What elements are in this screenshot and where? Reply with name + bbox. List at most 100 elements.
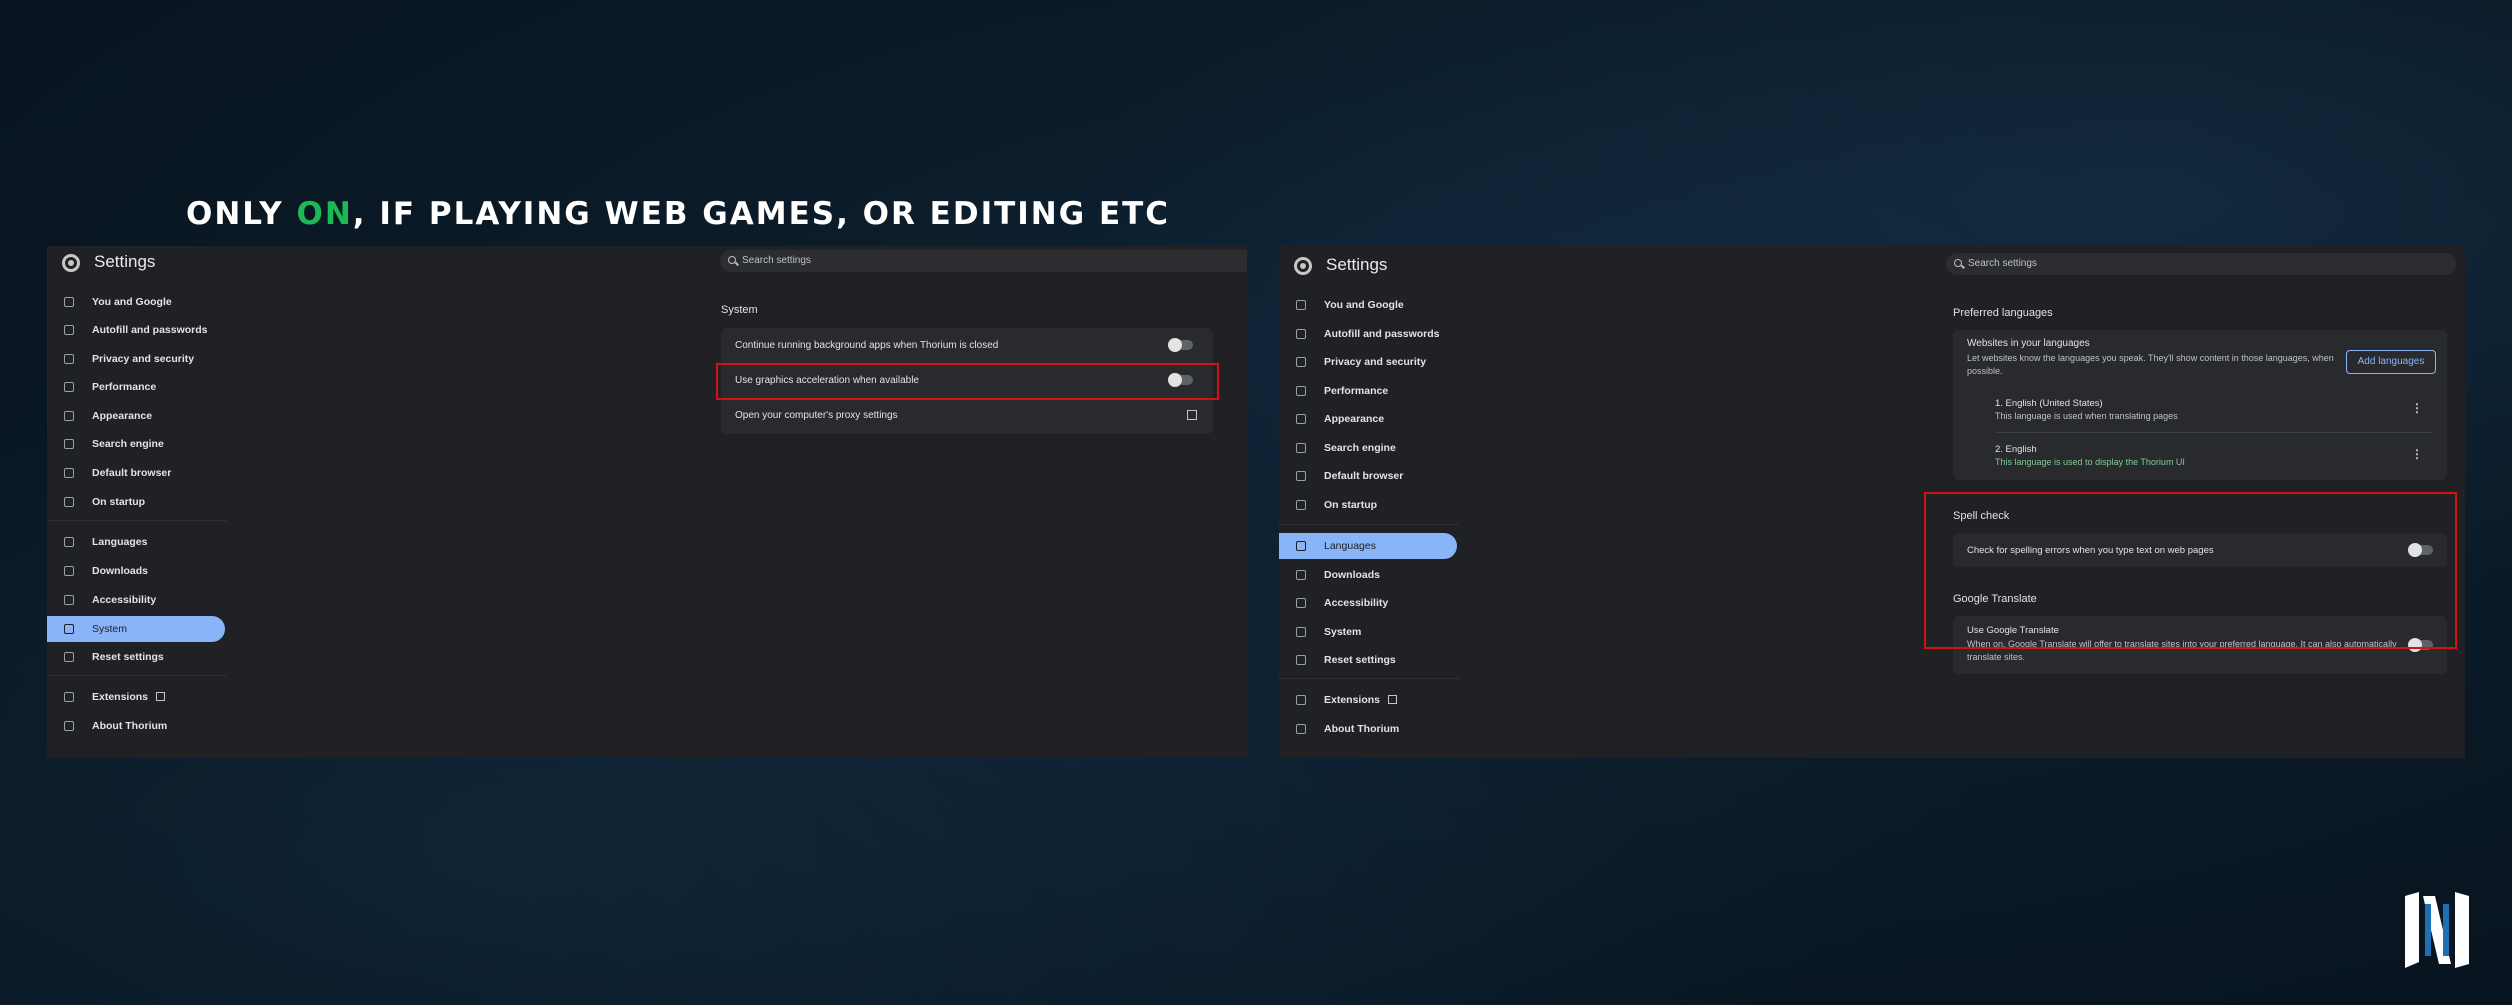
thorium-icon [1296, 724, 1306, 734]
sidebar-item-label: Search engine [1324, 442, 1396, 454]
key-icon [1296, 329, 1306, 339]
translate-icon [1296, 541, 1306, 551]
setting-row-background-apps[interactable]: Continue running background apps when Th… [721, 328, 1213, 363]
sidebar-divider [47, 520, 227, 521]
language-name: 2. English [1995, 444, 2037, 455]
languages-card: Websites in your languages Let websites … [1953, 330, 2447, 480]
sidebar-item-reset-settings[interactable]: Reset settings [1279, 647, 1457, 673]
sidebar-item-label: Autofill and passwords [1324, 328, 1440, 340]
sidebar-item-accessibility[interactable]: Accessibility [1279, 590, 1457, 616]
sidebar-item-label: Languages [1324, 540, 1376, 552]
background-apps-toggle[interactable] [1168, 338, 1193, 352]
sidebar-item-accessibility[interactable]: Accessibility [47, 587, 225, 613]
sidebar-item-about[interactable]: About Thorium [47, 713, 225, 739]
speedometer-icon [1296, 386, 1306, 396]
sidebar-divider [1279, 678, 1459, 679]
sidebar-item-you-and-google[interactable]: You and Google [1279, 292, 1457, 318]
sidebar-item-performance[interactable]: Performance [1279, 378, 1457, 404]
sidebar-item-on-startup[interactable]: On startup [1279, 492, 1457, 518]
sidebar-item-label: Downloads [92, 565, 149, 577]
search-icon [64, 439, 74, 449]
sidebar-item-performance[interactable]: Performance [47, 374, 225, 400]
sidebar-item-you-and-google[interactable]: You and Google [47, 289, 225, 315]
search-placeholder: Search settings [742, 255, 811, 266]
sidebar-item-label: Reset settings [92, 651, 164, 663]
sidebar-item-reset-settings[interactable]: Reset settings [47, 644, 225, 670]
wrench-icon [64, 624, 74, 634]
settings-window-system: Settings Search settings You and Google … [47, 246, 1247, 758]
more-options-icon[interactable]: ⋮ [2411, 401, 2423, 415]
more-options-icon[interactable]: ⋮ [2411, 447, 2423, 461]
sidebar-item-about[interactable]: About Thorium [1279, 716, 1457, 742]
reset-icon [1296, 655, 1306, 665]
search-icon [1954, 259, 1962, 267]
sidebar-item-label: Search engine [92, 438, 164, 450]
headline-text: ONLY [186, 196, 297, 232]
setting-label: Continue running background apps when Th… [735, 340, 999, 351]
translate-icon [64, 537, 74, 547]
sidebar-item-default-browser[interactable]: Default browser [1279, 463, 1457, 489]
sidebar-item-privacy[interactable]: Privacy and security [47, 346, 225, 372]
sidebar-item-label: Privacy and security [92, 353, 195, 365]
sidebar-item-label: About Thorium [92, 720, 168, 732]
sidebar-item-label: System [92, 623, 128, 635]
sidebar-item-autofill[interactable]: Autofill and passwords [1279, 321, 1457, 347]
search-input[interactable]: Search settings [1946, 253, 2456, 275]
highlight-box [716, 363, 1219, 400]
speedometer-icon [64, 382, 74, 392]
sidebar-item-label: Appearance [92, 410, 153, 422]
sidebar-item-system[interactable]: System [1279, 619, 1457, 645]
open-external-icon[interactable] [1187, 410, 1197, 420]
puzzle-icon [64, 692, 74, 702]
row-divider [1995, 432, 2433, 433]
search-icon [728, 256, 736, 264]
sidebar-item-system[interactable]: System [47, 616, 225, 642]
sidebar-item-on-startup[interactable]: On startup [47, 489, 225, 515]
reset-icon [64, 652, 74, 662]
websites-languages-title: Websites in your languages [1967, 338, 2090, 349]
search-icon [1296, 443, 1306, 453]
sidebar-item-appearance[interactable]: Appearance [1279, 406, 1457, 432]
sidebar-item-downloads[interactable]: Downloads [1279, 562, 1457, 588]
highlight-box [1924, 492, 2457, 649]
sidebar-divider [47, 675, 227, 676]
open-external-icon [156, 692, 166, 701]
sidebar-item-privacy[interactable]: Privacy and security [1279, 349, 1457, 375]
thorium-logo-icon [62, 254, 80, 272]
search-input[interactable]: Search settings [720, 250, 1247, 272]
sidebar-item-label: Privacy and security [1324, 356, 1427, 368]
sidebar-item-label: Reset settings [1324, 654, 1396, 666]
power-icon [1296, 500, 1306, 510]
sidebar-item-search-engine[interactable]: Search engine [47, 431, 225, 457]
sidebar-item-label: Accessibility [92, 594, 157, 606]
sidebar-item-downloads[interactable]: Downloads [47, 558, 225, 584]
sidebar-item-languages[interactable]: Languages [1279, 533, 1457, 559]
page-title: Settings [94, 252, 156, 271]
language-note: This language is used when translating p… [1995, 411, 2178, 421]
person-icon [64, 297, 74, 307]
sidebar-item-label: You and Google [1324, 299, 1404, 311]
download-icon [64, 566, 74, 576]
sidebar-item-search-engine[interactable]: Search engine [1279, 435, 1457, 461]
language-name: 1. English (United States) [1995, 398, 2103, 409]
sidebar-item-appearance[interactable]: Appearance [47, 403, 225, 429]
add-languages-button[interactable]: Add languages [2346, 350, 2436, 374]
power-icon [64, 497, 74, 507]
search-placeholder: Search settings [1968, 258, 2037, 269]
setting-label: Open your computer's proxy settings [735, 410, 898, 421]
download-icon [1296, 570, 1306, 580]
sidebar-item-autofill[interactable]: Autofill and passwords [47, 317, 225, 343]
sidebar-divider [1279, 524, 1459, 525]
sidebar-item-languages[interactable]: Languages [47, 529, 225, 555]
shield-icon [64, 354, 74, 364]
sidebar-item-extensions[interactable]: Extensions [1279, 687, 1457, 713]
browser-icon [64, 468, 74, 478]
setting-row-proxy[interactable]: Open your computer's proxy settings [721, 398, 1213, 433]
language-note: This language is used to display the Tho… [1995, 457, 2185, 467]
brand-logo-icon [2405, 892, 2469, 968]
sidebar-item-label: Appearance [1324, 413, 1385, 425]
sidebar-item-label: Performance [1324, 385, 1389, 397]
sidebar-item-extensions[interactable]: Extensions [47, 684, 225, 710]
sidebar-item-default-browser[interactable]: Default browser [47, 460, 225, 486]
wrench-icon [1296, 627, 1306, 637]
